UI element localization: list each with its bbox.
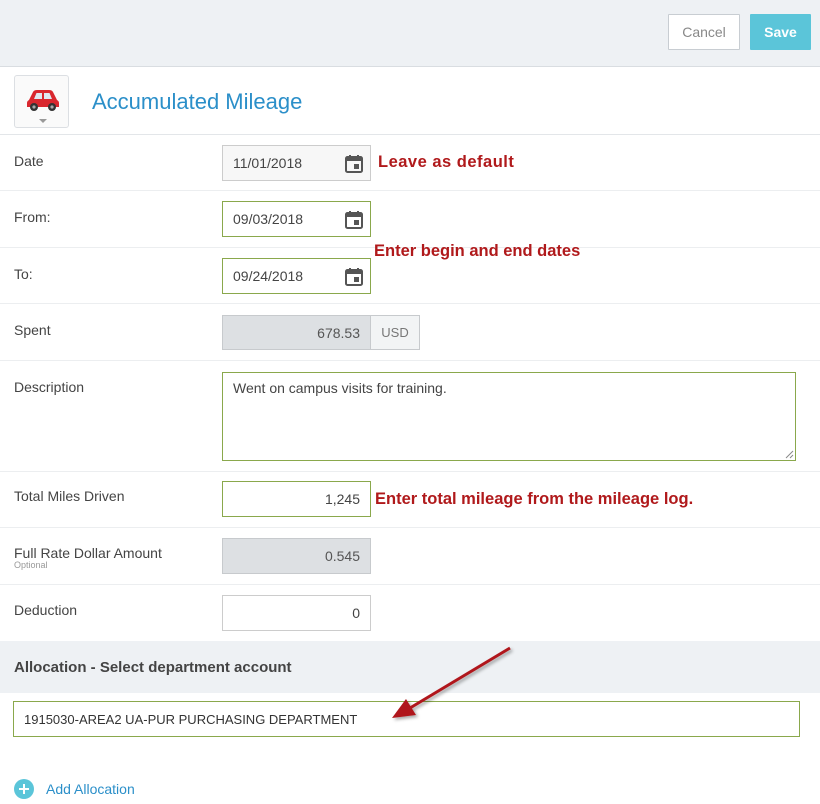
date-label: Date	[14, 153, 44, 169]
from-date-value: 09/03/2018	[233, 211, 304, 227]
to-label: To:	[14, 266, 33, 282]
save-button[interactable]: Save	[750, 14, 811, 50]
annotation-date: Leave as default	[378, 153, 515, 171]
allocation-heading: Allocation - Select department account	[14, 659, 292, 676]
plus-circle-icon	[14, 779, 34, 799]
deduction-row: Deduction	[0, 585, 820, 641]
description-label: Description	[14, 379, 85, 395]
total-miles-input[interactable]: 1,245	[222, 481, 371, 517]
date-field[interactable]: 11/01/2018	[222, 145, 371, 181]
annotation-miles: Enter total mileage from the mileage log…	[375, 490, 694, 508]
full-rate-field: 0.545	[222, 538, 371, 574]
currency-label: USD	[370, 315, 420, 350]
spent-label: Spent	[14, 322, 51, 338]
to-date-value: 09/24/2018	[233, 268, 304, 284]
resize-handle-icon[interactable]	[784, 449, 794, 459]
date-value: 11/01/2018	[233, 155, 303, 171]
expense-header: Accumulated Mileage	[0, 67, 820, 135]
expense-type-selector[interactable]	[14, 75, 69, 128]
deduction-input[interactable]: 0	[222, 595, 371, 631]
spent-field: 678.53	[222, 315, 371, 350]
cancel-button[interactable]: Cancel	[668, 14, 740, 50]
car-icon	[27, 90, 59, 111]
page-title: Accumulated Mileage	[92, 89, 303, 114]
annotation-arrow	[392, 646, 511, 718]
deduction-label: Deduction	[14, 602, 78, 618]
total-miles-label: Total Miles Driven	[14, 488, 125, 504]
toolbar: Cancel Save	[0, 0, 820, 67]
full-rate-row: Full Rate Dollar Amount Optional	[0, 528, 820, 585]
from-date-field[interactable]: 09/03/2018	[222, 201, 371, 237]
calendar-icon[interactable]	[344, 267, 364, 287]
optional-label: Optional	[14, 560, 48, 570]
add-allocation-label: Add Allocation	[46, 781, 135, 797]
from-label: From:	[14, 209, 51, 225]
full-rate-label: Full Rate Dollar Amount	[14, 545, 162, 561]
calendar-icon[interactable]	[344, 210, 364, 230]
from-row: From:	[0, 191, 820, 248]
chevron-down-icon	[39, 119, 47, 123]
description-textarea[interactable]: Went on campus visits for training.	[222, 372, 796, 461]
to-row: To:	[0, 248, 820, 304]
to-date-field[interactable]: 09/24/2018	[222, 258, 371, 294]
add-allocation-button[interactable]: Add Allocation	[14, 778, 135, 800]
calendar-icon[interactable]	[344, 154, 364, 174]
description-value: Went on campus visits for training.	[233, 380, 447, 396]
